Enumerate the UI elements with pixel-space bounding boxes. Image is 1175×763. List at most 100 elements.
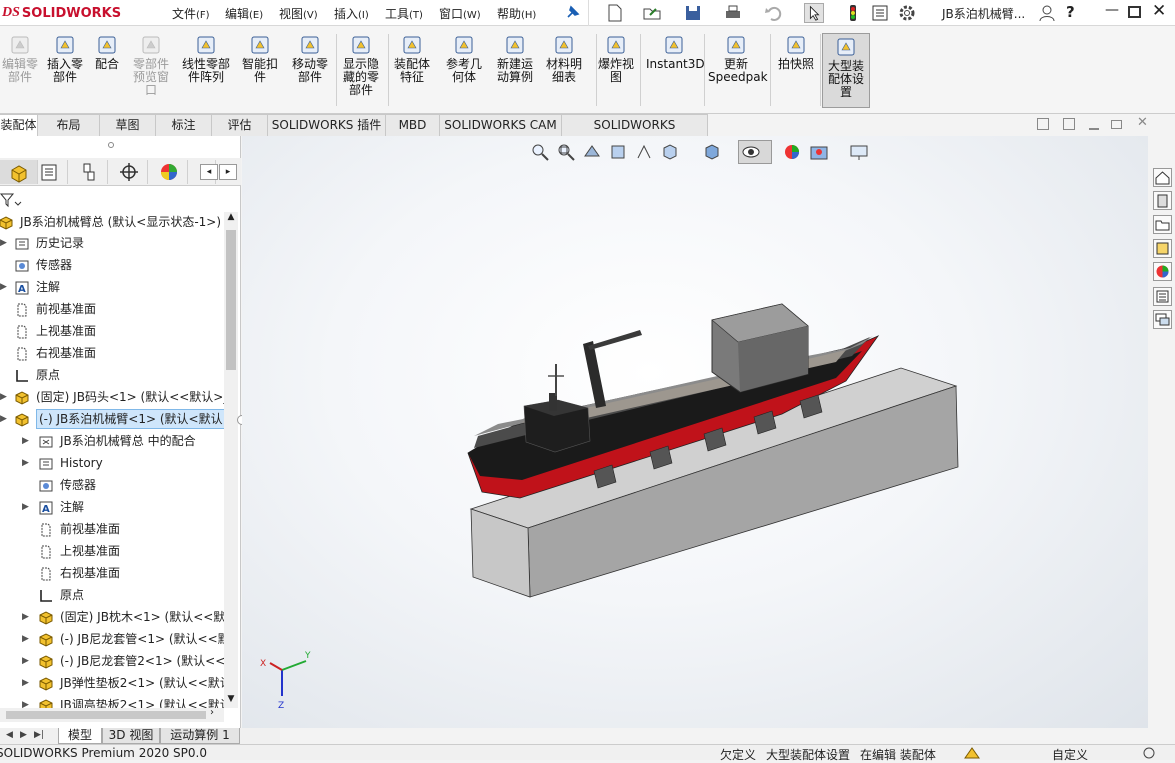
ribbon-instant3d-button[interactable]: Instant3D — [646, 34, 705, 71]
status-units[interactable]: 自定义 — [1052, 746, 1088, 763]
menu-window[interactable]: 窗口(W) — [439, 5, 481, 22]
expand-arrow-icon[interactable]: ▶ — [0, 387, 7, 407]
tab-sw-inspection[interactable]: SOLIDWORKS Inspection — [562, 114, 708, 152]
display-manager-tab-icon[interactable] — [150, 160, 188, 184]
close-icon[interactable]: ✕ — [1152, 1, 1166, 21]
tab-layout[interactable]: 布局 — [38, 114, 100, 136]
view-settings-icon[interactable] — [848, 142, 872, 162]
apply-scene-icon[interactable] — [808, 142, 832, 162]
ribbon-smart-fastener-button[interactable]: 智能扣 件 — [238, 34, 282, 84]
ribbon-reference-geometry-button[interactable]: 参考几 何体 — [442, 34, 486, 84]
tree-item[interactable]: 右视基准面 — [0, 343, 224, 363]
scroll-tabs-left-icon[interactable]: ◂ — [200, 164, 218, 180]
ribbon-component-preview-button[interactable]: 零部件 预览窗 口 — [130, 34, 172, 97]
forum-icon[interactable] — [1153, 310, 1172, 329]
tab-3d-view[interactable]: 3D 视图 — [102, 728, 160, 744]
tree-item[interactable]: ▶ A 注解 — [0, 497, 224, 517]
section-view-icon[interactable] — [608, 142, 628, 162]
tree-item[interactable]: ▶ 历史记录 — [0, 233, 224, 253]
expand-arrow-icon[interactable]: ▶ — [22, 607, 29, 627]
expand-arrow-icon[interactable]: ▶ — [22, 497, 29, 517]
tree-item[interactable]: 传感器 — [0, 255, 224, 275]
select-arrow-icon[interactable] — [804, 3, 824, 23]
ribbon-speedpak-button[interactable]: 更新 Speedpak — [708, 34, 768, 84]
tree-item[interactable]: 前视基准面 — [0, 299, 224, 319]
tree-item[interactable]: 上视基准面 — [0, 321, 224, 341]
tab-assembly[interactable]: 装配体 — [0, 114, 38, 136]
design-library-icon[interactable] — [1153, 191, 1172, 210]
tree-item[interactable]: ▶ A 注解 — [0, 277, 224, 297]
expand-arrow-icon[interactable]: ▶ — [0, 277, 7, 297]
hide-show-items-button[interactable] — [738, 140, 772, 164]
tree-root[interactable]: JB系泊机械臂总 (默认<显示状态-1>) — [0, 212, 224, 232]
view-palette-icon[interactable] — [1153, 239, 1172, 258]
appearances-icon[interactable] — [1153, 262, 1172, 281]
open-folder-icon[interactable] — [642, 3, 662, 23]
ribbon-exploded-view-button[interactable]: 爆炸视 图 — [594, 34, 638, 84]
ribbon-linear-pattern-button[interactable]: 线性零部 件阵列 — [178, 34, 234, 84]
minimize-icon[interactable]: — — [1105, 2, 1119, 18]
tree-item[interactable]: 传感器 — [0, 475, 224, 495]
user-icon[interactable] — [1037, 3, 1057, 23]
tab-next-icon[interactable]: ▶ — [20, 730, 27, 740]
graphics-area[interactable]: X Y Z — [242, 136, 1148, 728]
rebuild-status-icon[interactable] — [963, 746, 981, 760]
expand-arrow-icon[interactable]: ▶ — [0, 409, 7, 429]
ribbon-assembly-feature-button[interactable]: 装配体 特征 — [390, 34, 434, 84]
tab-evaluate[interactable]: 评估 — [212, 114, 268, 136]
tab-motion-study-1[interactable]: 运动算例 1 — [160, 728, 240, 744]
filter-funnel-icon[interactable] — [0, 192, 22, 208]
tree-vertical-scrollbar[interactable]: ▲ ▼ — [224, 212, 238, 708]
tree-item[interactable]: ▶ (-) JB尼龙套管<1> (默认<<默 — [0, 629, 224, 649]
tree-item[interactable]: 右视基准面 — [0, 563, 224, 583]
propertymanager-tab-icon[interactable] — [30, 160, 68, 184]
doc-close-icon[interactable]: ✕ — [1137, 115, 1148, 130]
scroll-up-icon[interactable]: ▲ — [225, 212, 237, 226]
tree-item[interactable]: 原点 — [0, 585, 224, 605]
expand-arrow-icon[interactable]: ▶ — [0, 233, 7, 253]
previous-view-icon[interactable] — [582, 142, 602, 162]
rebuild-traffic-light-icon[interactable] — [843, 3, 863, 23]
tab-markup[interactable]: 标注 — [156, 114, 212, 136]
ribbon-motion-study-button[interactable]: 新建运 动算例 — [492, 34, 538, 84]
scroll-tabs-right-icon[interactable]: ▸ — [219, 164, 237, 180]
tab-sw-cam[interactable]: SOLIDWORKS CAM — [440, 114, 562, 136]
zoom-to-area-icon[interactable] — [556, 142, 576, 162]
solidworks-logo[interactable]: DS SOLIDWORKS — [2, 3, 142, 23]
tab-prev-icon[interactable]: ◀ — [6, 730, 13, 740]
print-icon[interactable] — [723, 3, 743, 23]
tree-item[interactable]: 上视基准面 — [0, 541, 224, 561]
expand-arrow-icon[interactable]: ▶ — [22, 453, 29, 473]
display-style-icon[interactable] — [702, 142, 726, 162]
ribbon-mate-button[interactable]: 配合 — [90, 34, 124, 71]
ribbon-bom-button[interactable]: 材料明 细表 — [542, 34, 586, 84]
tree-item[interactable]: ▶ (-) JB尼龙套管2<1> (默认<< — [0, 651, 224, 671]
tab-model[interactable]: 模型 — [58, 728, 102, 744]
menu-file[interactable]: 文件(F) — [172, 5, 210, 22]
options-gear-icon[interactable] — [897, 3, 917, 23]
tab-sketch[interactable]: 草图 — [100, 114, 156, 136]
dimxpert-tab-icon[interactable] — [110, 160, 148, 184]
tree-item[interactable]: ▶ (固定) JB枕木<1> (默认<<默 — [0, 607, 224, 627]
menu-edit[interactable]: 编辑(E) — [225, 5, 263, 22]
expand-arrow-icon[interactable]: ▶ — [22, 673, 29, 693]
ribbon-snapshot-button[interactable]: 拍快照 — [776, 34, 816, 71]
view-orientation-icon[interactable] — [660, 142, 684, 162]
save-icon[interactable] — [683, 3, 703, 23]
doc-restore-icon[interactable] — [1111, 120, 1122, 129]
expand-arrow-icon[interactable]: ▶ — [22, 431, 29, 451]
undo-icon[interactable] — [763, 3, 783, 23]
expand-arrow-icon[interactable]: ▶ — [22, 695, 29, 708]
edit-appearance-icon[interactable] — [782, 142, 802, 162]
dynamic-annotation-icon[interactable] — [634, 142, 654, 162]
scroll-thumb[interactable] — [226, 230, 236, 370]
menu-view[interactable]: 视图(V) — [279, 5, 318, 22]
doc-minimize-icon[interactable] — [1089, 128, 1099, 130]
ribbon-insert-component-button[interactable]: 插入零 部件 — [44, 34, 86, 84]
tab-last-icon[interactable]: ▶| — [34, 730, 44, 740]
tree-horizontal-scrollbar[interactable]: › — [0, 707, 224, 722]
file-properties-icon[interactable] — [870, 3, 890, 23]
new-document-icon[interactable] — [605, 3, 625, 23]
ribbon-move-component-button[interactable]: 移动零 部件 — [286, 34, 334, 84]
ribbon-show-hidden-button[interactable]: 显示隐 藏的零 部件 — [338, 34, 384, 97]
